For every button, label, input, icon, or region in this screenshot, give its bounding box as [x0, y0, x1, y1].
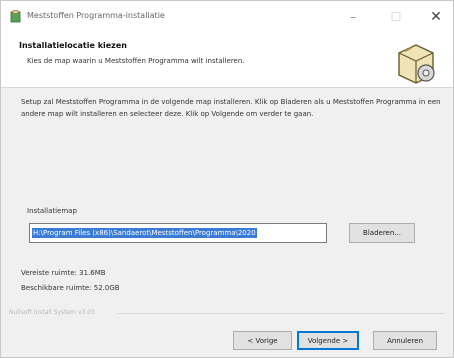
installer-brand-text: Nullsoft Install System v3.03 — [9, 309, 95, 316]
installer-window: Meststoffen Programma-installatie – ☐ ✕ … — [0, 0, 454, 358]
instructions-text: Setup zal Meststoffen Programma in de vo… — [21, 98, 441, 118]
footer-divider — [117, 313, 445, 314]
title-bar[interactable]: Meststoffen Programma-installatie – ☐ ✕ — [1, 1, 453, 33]
close-button[interactable]: ✕ — [416, 1, 454, 33]
cancel-button[interactable]: Annuleren — [373, 331, 437, 350]
back-button[interactable]: < Vorige — [233, 331, 292, 350]
next-button[interactable]: Volgende > — [297, 331, 359, 350]
window-title: Meststoffen Programma-installatie — [27, 11, 165, 20]
destination-folder-input[interactable]: H:\Program Files (x86)\Sandaerot\Meststo… — [29, 223, 327, 243]
destination-folder-value: H:\Program Files (x86)\Sandaerot\Meststo… — [32, 228, 257, 238]
space-required-text: Vereiste ruimte: 31.6MB — [21, 269, 106, 277]
space-available-text: Beschikbare ruimte: 52.0GB — [21, 284, 120, 292]
page-subtitle: Kies de map waarin u Meststoffen Program… — [27, 57, 245, 65]
installer-box-icon — [10, 10, 21, 23]
browse-button[interactable]: Bladeren... — [349, 223, 415, 243]
installer-box-icon — [398, 44, 435, 84]
page-title: Installatielocatie kiezen — [19, 41, 127, 50]
minimize-button[interactable]: – — [333, 1, 373, 33]
maximize-button[interactable]: ☐ — [376, 1, 416, 33]
destination-group-label: Installatiemap — [27, 207, 77, 215]
page-header: Installatielocatie kiezen Kies de map wa… — [1, 33, 453, 88]
